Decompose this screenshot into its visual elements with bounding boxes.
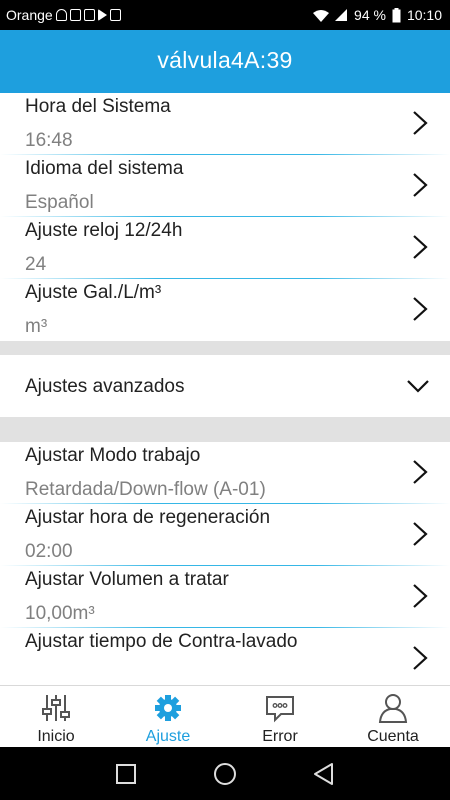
nav-label: Cuenta xyxy=(367,728,419,745)
setting-row-work-mode[interactable]: Ajustar Modo trabajo Retardada/Down-flow… xyxy=(0,442,450,504)
chevron-right-icon xyxy=(413,235,428,259)
setting-label: Ajustar tiempo de Contra-lavado xyxy=(25,631,298,652)
section-separator xyxy=(0,341,450,355)
setting-label: Ajustar hora de regeneración xyxy=(25,507,271,528)
clock: 10:10 xyxy=(406,7,442,23)
nav-label: Ajuste xyxy=(145,728,191,745)
notification-icon xyxy=(69,9,81,21)
page-title: válvula4A:39 xyxy=(157,47,293,73)
setting-label: Ajustar Volumen a tratar xyxy=(25,569,229,590)
health-icon xyxy=(55,9,67,21)
status-bar: Orange 94 % 10:10 xyxy=(0,0,450,30)
battery-icon xyxy=(392,7,401,23)
setting-row-units[interactable]: Ajuste Gal./L/m³ m³ xyxy=(0,279,450,341)
signal-icon xyxy=(334,8,348,22)
chevron-right-icon xyxy=(413,646,428,670)
nav-error[interactable]: Error xyxy=(224,686,336,748)
sliders-icon xyxy=(42,695,70,721)
setting-row-system-time[interactable]: Hora del Sistema 16:48 xyxy=(0,93,450,155)
setting-row-backwash-time[interactable]: Ajustar tiempo de Contra-lavado xyxy=(0,628,450,685)
chevron-right-icon xyxy=(413,297,428,321)
section-separator xyxy=(0,417,450,442)
setting-label: Hora del Sistema xyxy=(25,96,171,117)
home-icon[interactable] xyxy=(212,761,238,787)
nav-label: Error xyxy=(262,728,298,745)
setting-row-clock-format[interactable]: Ajuste reloj 12/24h 24 xyxy=(0,217,450,279)
chevron-right-icon xyxy=(413,522,428,546)
advanced-settings-label: Ajustes avanzados xyxy=(25,376,185,397)
setting-value: 02:00 xyxy=(25,541,73,562)
settings-list[interactable]: Hora del Sistema 16:48 Idioma del sistem… xyxy=(0,93,450,685)
setting-value: Retardada/Down-flow (A-01) xyxy=(25,479,266,500)
wifi-icon xyxy=(312,9,330,22)
chevron-right-icon xyxy=(413,111,428,135)
play-store-icon xyxy=(97,9,107,21)
setting-row-regeneration-time[interactable]: Ajustar hora de regeneración 02:00 xyxy=(0,504,450,566)
setting-value: Español xyxy=(25,192,94,213)
setting-row-volume[interactable]: Ajustar Volumen a tratar 10,00m³ xyxy=(0,566,450,628)
setting-value: 10,00m³ xyxy=(25,603,95,624)
setting-value: 24 xyxy=(25,254,47,275)
carrier-name: Orange xyxy=(6,7,53,23)
chat-bubble-icon xyxy=(266,696,294,723)
mail-icon xyxy=(109,9,121,21)
setting-value: 16:48 xyxy=(25,130,73,151)
nav-cuenta[interactable]: Cuenta xyxy=(336,686,450,748)
chevron-right-icon xyxy=(413,460,428,484)
setting-label: Idioma del sistema xyxy=(25,158,184,179)
setting-label: Ajuste reloj 12/24h xyxy=(25,220,183,241)
advanced-settings-toggle[interactable]: Ajustes avanzados xyxy=(0,355,450,417)
app-header: válvula4A:39 xyxy=(0,30,450,93)
setting-row-system-language[interactable]: Idioma del sistema Español xyxy=(0,155,450,217)
nav-ajuste[interactable]: Ajuste xyxy=(112,686,224,748)
setting-label: Ajuste Gal./L/m³ xyxy=(25,282,162,303)
back-icon[interactable] xyxy=(311,761,337,787)
recent-apps-icon[interactable] xyxy=(113,761,139,787)
chevron-right-icon xyxy=(413,584,428,608)
nav-label: Inicio xyxy=(37,728,75,745)
chevron-right-icon xyxy=(413,173,428,197)
nav-inicio[interactable]: Inicio xyxy=(0,686,112,748)
chevron-down-icon xyxy=(407,380,429,393)
system-navigation-bar xyxy=(0,747,450,800)
lock-icon xyxy=(83,9,95,21)
setting-value: m³ xyxy=(25,316,48,337)
user-icon xyxy=(378,694,408,723)
bottom-navigation: Inicio Ajuste Error Cuenta xyxy=(0,685,450,747)
gear-icon xyxy=(155,695,181,721)
battery-percent: 94 % xyxy=(354,7,386,23)
setting-label: Ajustar Modo trabajo xyxy=(25,445,201,466)
